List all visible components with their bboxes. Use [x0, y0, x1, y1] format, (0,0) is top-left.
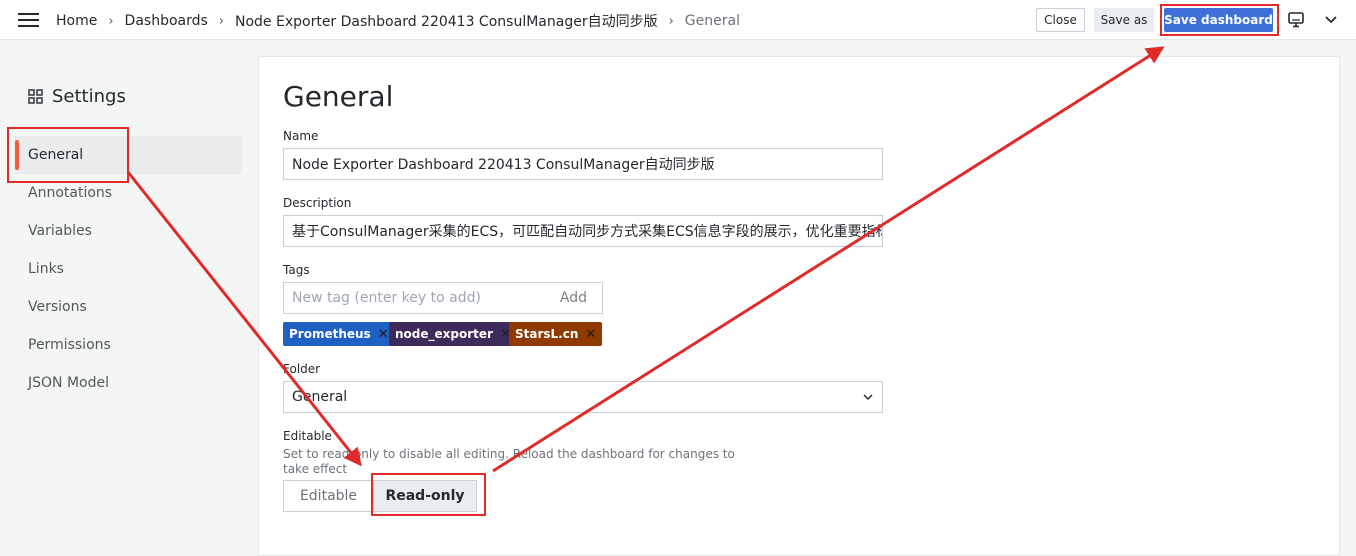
annotation-arrows: [126, 46, 1165, 473]
annotation-arrow-readonly-to-save: [492, 46, 1165, 473]
annotation-arrow-general-to-readonly: [126, 171, 362, 467]
